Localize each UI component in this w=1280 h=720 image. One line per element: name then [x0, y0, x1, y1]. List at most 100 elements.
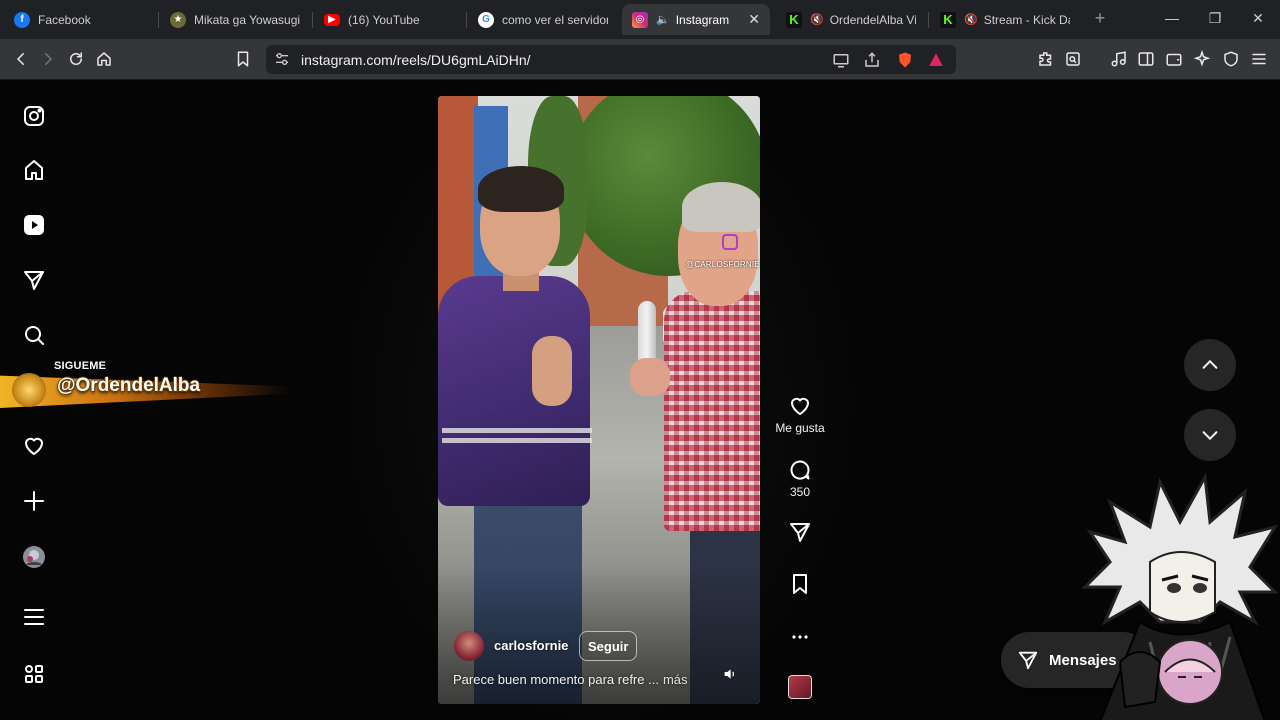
site-settings-icon[interactable] [274, 51, 290, 67]
muted-speaker-icon[interactable]: 🔇 [964, 13, 978, 26]
interviewer-hand [630, 358, 670, 396]
heart-icon[interactable] [788, 394, 812, 418]
reel-video[interactable]: @CARLOSFORNIE carlosfornie Seguir Parece… [438, 96, 760, 704]
tab-kick-stream[interactable]: K 🔇 Stream - Kick Das [930, 4, 1080, 35]
profile-avatar[interactable] [22, 545, 46, 569]
follow-button[interactable]: Seguir [579, 631, 638, 661]
previous-reel-button[interactable] [1184, 339, 1236, 391]
caption-text: Parece buen momento para refre ... [453, 672, 659, 687]
sidebar-icon[interactable] [1135, 48, 1157, 70]
google-icon: G [478, 11, 494, 28]
new-tab-button[interactable]: + [1090, 8, 1110, 29]
address-bar[interactable]: instagram.com/reels/DU6gmLAiDHn/ [266, 45, 956, 74]
volume-icon[interactable] [722, 666, 740, 684]
kick-icon: K [786, 11, 802, 28]
more-options-action[interactable] [765, 625, 835, 649]
comment-count: 350 [789, 485, 811, 499]
streamer-follow-banner: SIGUEME @OrdendelAlba [0, 360, 300, 410]
tab-mikata[interactable]: ★ Mikata ga Yowasugite [160, 4, 310, 35]
original-audio-thumbnail[interactable] [788, 675, 812, 699]
brave-shields-icon[interactable] [896, 51, 914, 69]
comment-action[interactable]: 350 [765, 458, 835, 499]
cast-icon[interactable] [832, 51, 850, 69]
hamburger-more-icon[interactable] [22, 605, 46, 629]
person-hands [532, 336, 572, 406]
minimize-icon[interactable]: — [1162, 10, 1182, 26]
tab-divider [312, 12, 313, 28]
browser-toolbar: instagram.com/reels/DU6gmLAiDHn/ [0, 39, 1280, 80]
share-action[interactable] [765, 520, 835, 544]
create-plus-icon[interactable] [22, 489, 46, 513]
interviewer-hair [682, 182, 760, 232]
wallet-icon[interactable] [1163, 48, 1185, 70]
comment-bubble-icon[interactable] [788, 458, 812, 482]
search-icon[interactable] [22, 323, 46, 347]
watermark-logo-icon [722, 234, 738, 250]
bookmark-icon[interactable] [788, 572, 812, 596]
instagram-reels-page: SIGUEME @OrdendelAlba @CARLOSFORNIE carl… [0, 80, 1280, 720]
like-label: Me gusta [775, 421, 825, 435]
tab-youtube[interactable]: ▶ (16) YouTube [314, 4, 464, 35]
also-from-meta-icon[interactable] [22, 662, 46, 686]
youtube-icon: ▶ [324, 13, 340, 26]
reload-icon[interactable] [65, 48, 87, 70]
instagram-logo-icon[interactable] [22, 104, 46, 128]
video-watermark: @CARLOSFORNIE [686, 260, 760, 269]
kick-icon: K [940, 11, 956, 28]
tab-label: (16) YouTube [348, 12, 420, 27]
menu-icon[interactable] [1248, 48, 1270, 70]
jacket-stripe [442, 428, 592, 433]
leo-ai-icon[interactable] [1191, 48, 1213, 70]
music-icon[interactable] [1108, 48, 1130, 70]
reel-caption[interactable]: Parece buen momento para refre ... más [453, 672, 688, 687]
reels-icon[interactable] [22, 213, 46, 237]
tab-label: OrdendelAlba Vid [829, 12, 916, 27]
forward-icon[interactable] [37, 48, 59, 70]
notifications-heart-icon[interactable] [22, 434, 46, 458]
back-icon[interactable] [10, 48, 32, 70]
tab-facebook[interactable]: f Facebook [4, 4, 154, 35]
save-action[interactable] [765, 572, 835, 596]
tab-divider [928, 12, 929, 28]
owner-avatar[interactable] [454, 631, 484, 661]
tab-label: Facebook [38, 12, 91, 27]
chevron-down-icon [1202, 431, 1218, 441]
brave-rewards-icon[interactable] [927, 51, 945, 69]
extensions-icon[interactable] [1035, 48, 1057, 70]
banner-handle: @OrdendelAlba [57, 375, 201, 396]
instagram-icon: ◎ [632, 11, 648, 28]
tab-divider [158, 12, 159, 28]
tab-label: Mikata ga Yowasugite [194, 12, 300, 27]
tab-search-icon[interactable] [1062, 48, 1084, 70]
like-action[interactable]: Me gusta [765, 394, 835, 435]
speaker-icon[interactable]: 🔈 [656, 13, 670, 26]
person-hair [478, 166, 564, 212]
jacket-stripe [442, 438, 592, 443]
restore-icon[interactable]: ❐ [1205, 10, 1225, 27]
crown-emblem-icon [12, 373, 46, 407]
next-reel-button[interactable] [1184, 409, 1236, 461]
home-icon[interactable] [22, 158, 46, 182]
url-text[interactable]: instagram.com/reels/DU6gmLAiDHn/ [301, 52, 531, 68]
share-icon[interactable] [863, 51, 881, 69]
close-icon[interactable]: ✕ [740, 11, 760, 28]
direct-send-icon [1018, 651, 1038, 670]
tab-label: como ver el servidor y [502, 12, 608, 27]
tab-kick-video[interactable]: K 🔇 OrdendelAlba Vid [776, 4, 926, 35]
tab-google[interactable]: G como ver el servidor y [468, 4, 618, 35]
bookmark-icon[interactable] [232, 48, 254, 70]
shirt-pattern [664, 291, 760, 531]
more-dots-icon[interactable] [788, 625, 812, 649]
tab-label: Stream - Kick Das [983, 12, 1070, 27]
tab-instagram[interactable]: ◎ 🔈 Instagram ✕ [622, 4, 770, 35]
anime-character-overlay [1081, 472, 1279, 720]
more-link[interactable]: más [663, 672, 688, 687]
send-icon[interactable] [788, 520, 812, 544]
window-close-icon[interactable]: ✕ [1248, 10, 1268, 27]
owner-username[interactable]: carlosfornie [494, 638, 568, 653]
tab-label: Instagram [675, 12, 730, 27]
muted-speaker-icon[interactable]: 🔇 [810, 13, 824, 26]
home-icon[interactable] [93, 48, 115, 70]
direct-send-icon[interactable] [22, 268, 46, 292]
vpn-shield-icon[interactable] [1220, 48, 1242, 70]
